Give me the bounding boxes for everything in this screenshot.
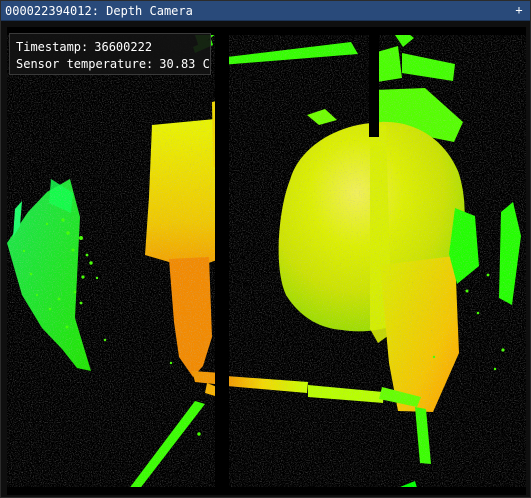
- sensor-info-overlay: Timestamp: 36600222 Sensor temperature: …: [9, 33, 211, 75]
- depth-noise-mask: [7, 27, 526, 495]
- timestamp-label: Timestamp:: [16, 40, 89, 54]
- timestamp-value: 36600222: [94, 40, 153, 54]
- window-title: 000022394012: Depth Camera: [5, 4, 193, 18]
- timestamp-row: Timestamp: 36600222: [16, 39, 204, 56]
- sensor-temperature-label: Sensor temperature:: [16, 57, 154, 71]
- depth-image-viewport[interactable]: [7, 27, 526, 495]
- sensor-temperature-value: 30.83 C: [159, 57, 210, 71]
- sensor-temperature-row: Sensor temperature: 30.83 C: [16, 56, 210, 73]
- collapse-icon[interactable]: +: [512, 3, 526, 17]
- depth-camera-window: 000022394012: Depth Camera + Timestamp: …: [0, 0, 531, 498]
- window-titlebar[interactable]: 000022394012: Depth Camera +: [1, 1, 530, 21]
- depth-image: [7, 27, 526, 495]
